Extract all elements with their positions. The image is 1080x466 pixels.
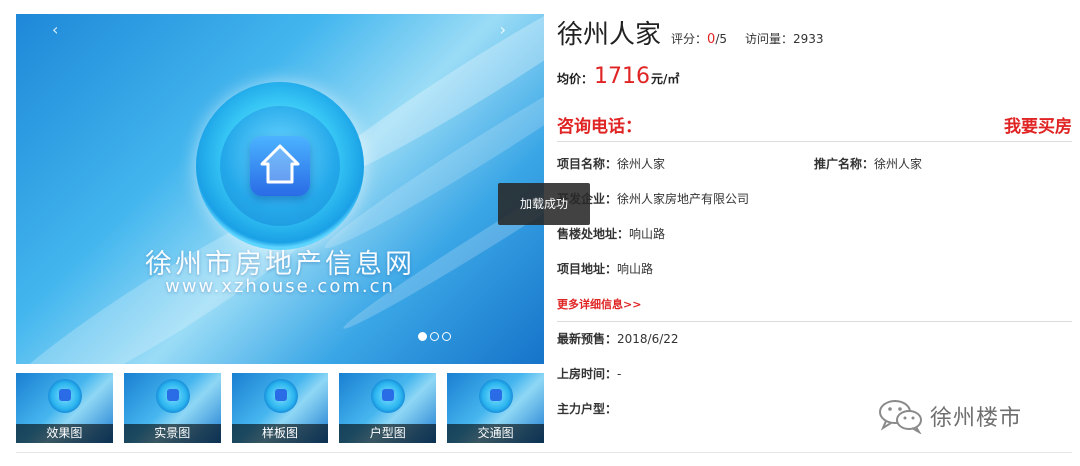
brand-url: www.xzhouse.com.cn bbox=[165, 276, 395, 297]
thumbnail-floorplan[interactable]: 户型图 bbox=[339, 373, 437, 443]
detail-row: 上房时间：- bbox=[557, 357, 1072, 392]
thumbnail-caption: 交通图 bbox=[447, 424, 544, 443]
thumbnail-logo-icon bbox=[479, 379, 514, 413]
visits-label: 访问量： bbox=[745, 32, 794, 46]
thumbnail-effect[interactable]: 效果图 bbox=[16, 373, 113, 443]
price-value: 1716 bbox=[594, 64, 651, 89]
slide-dot-1[interactable] bbox=[418, 332, 427, 341]
consult-phone-label: 咨询电话： bbox=[557, 117, 642, 137]
project-address-field: 项目地址：响山路 bbox=[557, 252, 653, 287]
property-info: 徐州人家 评分：0/5 访问量：2933 均价： 1716 元/㎡ 咨询电话： … bbox=[557, 14, 1072, 427]
field-value: 徐州人家 bbox=[617, 157, 666, 171]
main-unit-field: 主力户型： bbox=[557, 392, 617, 427]
buy-house-link[interactable]: 我要买房 bbox=[1004, 112, 1072, 137]
presale-field: 最新预售：2018/6/22 bbox=[557, 322, 679, 357]
slide-dot-3[interactable] bbox=[442, 332, 451, 341]
rating-label: 评分： bbox=[671, 32, 708, 46]
price-row: 均价： 1716 元/㎡ bbox=[557, 64, 1072, 94]
slide-dot-2[interactable] bbox=[430, 332, 439, 341]
thumbnail-caption: 样板图 bbox=[231, 424, 329, 443]
field-value: 2018/6/22 bbox=[617, 332, 679, 346]
consult-bar: 咨询电话： 我要买房 bbox=[557, 108, 1072, 142]
detail-row: 开发企业：徐州人家房地产有限公司 bbox=[557, 182, 1072, 217]
project-name-field: 项目名称：徐州人家 bbox=[557, 147, 814, 182]
field-label: 上房时间： bbox=[557, 367, 618, 381]
logo-ring-inner bbox=[220, 106, 340, 226]
detail-row: 项目地址：响山路 bbox=[557, 252, 1072, 287]
price-unit: 元/㎡ bbox=[651, 72, 680, 86]
image-gallery: ‹ › 徐州市房地产信息网 www.xzhouse.com.cn bbox=[16, 14, 544, 364]
property-name: 徐州人家 bbox=[557, 20, 662, 50]
field-label: 项目地址： bbox=[557, 262, 618, 276]
thumbnail-caption: 效果图 bbox=[16, 424, 113, 443]
field-label: 主力户型： bbox=[557, 402, 618, 416]
field-label: 项目名称： bbox=[557, 157, 618, 171]
title-row: 徐州人家 评分：0/5 访问量：2933 bbox=[557, 14, 1072, 54]
field-value: 响山路 bbox=[617, 262, 654, 276]
watermark: 徐州楼市 bbox=[878, 398, 1022, 434]
gallery-prev-arrow[interactable]: ‹ bbox=[52, 20, 58, 39]
thumbnail-caption: 户型图 bbox=[339, 424, 437, 443]
thumbnail-logo-icon bbox=[371, 379, 406, 413]
promo-name-field: 推广名称：徐州人家 bbox=[814, 147, 1071, 182]
thumbnail-photo[interactable]: 实景图 bbox=[123, 373, 221, 443]
price-label: 均价： bbox=[557, 72, 594, 86]
thumbnail-traffic[interactable]: 交通图 bbox=[447, 373, 544, 443]
rating-max: /5 bbox=[715, 32, 727, 46]
visits-value: 2933 bbox=[793, 32, 824, 46]
thumbnail-caption: 实景图 bbox=[123, 424, 221, 443]
field-label: 售楼处地址： bbox=[557, 227, 630, 241]
detail-row: 项目名称：徐州人家 推广名称：徐州人家 bbox=[557, 147, 1072, 182]
house-icon bbox=[250, 136, 310, 196]
field-value: - bbox=[617, 367, 622, 381]
thumbnail-logo-icon bbox=[263, 379, 298, 413]
logo-ring bbox=[196, 82, 364, 250]
more-details-link[interactable]: 更多详细信息>> bbox=[557, 287, 1072, 322]
gallery-next-arrow[interactable]: › bbox=[500, 20, 506, 39]
thumbnail-logo-icon bbox=[155, 379, 190, 413]
field-value: 响山路 bbox=[629, 227, 666, 241]
visit-count: 访问量：2933 bbox=[745, 30, 824, 47]
thumbnail-strip: 效果图 实景图 样板图 户型图 交通图 bbox=[16, 373, 544, 443]
handover-field: 上房时间：- bbox=[557, 357, 621, 392]
field-label: 推广名称： bbox=[814, 157, 875, 171]
wechat-icon bbox=[879, 400, 922, 434]
toast-message: 加载成功 bbox=[498, 183, 590, 225]
watermark-text: 徐州楼市 bbox=[930, 406, 1023, 431]
slide-indicators bbox=[418, 332, 451, 341]
field-value: 徐州人家房地产有限公司 bbox=[617, 192, 750, 206]
field-label: 最新预售： bbox=[557, 332, 618, 346]
field-value: 徐州人家 bbox=[874, 157, 923, 171]
divider bbox=[16, 452, 1072, 453]
rating: 评分：0/5 bbox=[671, 30, 727, 47]
detail-row: 最新预售：2018/6/22 bbox=[557, 322, 1072, 357]
detail-row: 售楼处地址：响山路 bbox=[557, 217, 1072, 252]
thumbnail-showroom[interactable]: 样板图 bbox=[231, 373, 329, 443]
thumbnail-logo-icon bbox=[48, 379, 82, 413]
